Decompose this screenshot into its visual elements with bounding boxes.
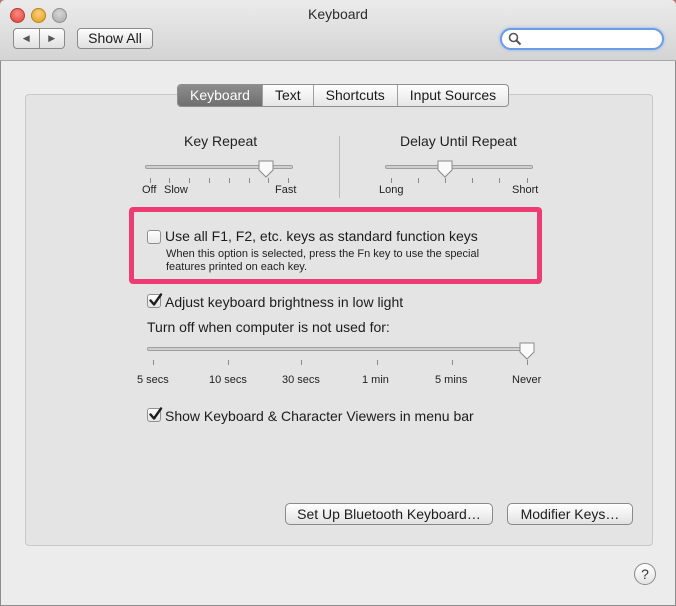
delay-tick (472, 178, 473, 183)
turn-off-tick-label: 10 secs (209, 374, 247, 386)
turn-off-tick (228, 360, 229, 365)
key-repeat-tick (169, 178, 170, 183)
key-repeat-tick (189, 178, 190, 183)
turn-off-tick (153, 360, 154, 365)
back-forward-group: ◀ ▶ (13, 28, 65, 49)
delay-tick (391, 178, 392, 183)
brightness-label[interactable]: Adjust keyboard brightness in low light (165, 294, 403, 310)
function-keys-description-line2: features printed on each key. (166, 261, 308, 273)
checkmark-icon (149, 293, 163, 306)
delay-until-repeat-slider-thumb[interactable] (437, 160, 453, 178)
delay-tick (418, 178, 419, 183)
turn-off-tick-label: 5 mins (435, 374, 468, 386)
function-keys-label[interactable]: Use all F1, F2, etc. keys as standard fu… (165, 228, 478, 244)
turn-off-tick-label: Never (512, 374, 542, 386)
modifier-keys-button[interactable]: Modifier Keys… (507, 503, 633, 525)
function-keys-checkbox[interactable] (147, 230, 161, 244)
forward-button[interactable]: ▶ (39, 28, 65, 49)
key-repeat-tick (268, 178, 269, 183)
search-field[interactable] (500, 28, 664, 50)
tab-keyboard[interactable]: Keyboard (178, 85, 262, 106)
delay-short-label: Short (512, 184, 539, 196)
viewers-checkbox[interactable] (147, 407, 163, 422)
set-up-bluetooth-keyboard-button[interactable]: Set Up Bluetooth Keyboard… (285, 503, 493, 525)
key-repeat-tick (229, 178, 230, 183)
function-keys-description-line1: When this option is selected, press the … (166, 248, 480, 260)
checkmark-icon (149, 407, 163, 420)
back-button[interactable]: ◀ (13, 28, 40, 49)
slider-divider (339, 136, 340, 198)
turn-off-slider-thumb[interactable] (519, 342, 535, 360)
tab-shortcuts[interactable]: Shortcuts (312, 85, 397, 106)
key-repeat-off-label: Off (142, 184, 157, 196)
delay-until-repeat-title: Delay Until Repeat (400, 133, 517, 149)
search-icon (508, 32, 522, 46)
tab-input-sources[interactable]: Input Sources (396, 85, 508, 106)
key-repeat-tick (249, 178, 250, 183)
turn-off-tick-label: 30 secs (282, 374, 320, 386)
turn-off-tick-label: 1 min (362, 374, 389, 386)
key-repeat-fast-label: Fast (275, 184, 297, 196)
key-repeat-tick (288, 178, 289, 183)
tab-text[interactable]: Text (261, 85, 313, 106)
turn-off-tick (452, 360, 453, 365)
turn-off-slider-track[interactable] (147, 347, 531, 351)
delay-until-repeat-slider-track[interactable] (385, 165, 533, 169)
viewers-label[interactable]: Show Keyboard & Character Viewers in men… (165, 408, 474, 424)
brightness-checkbox[interactable] (147, 293, 163, 308)
key-repeat-title: Key Repeat (184, 133, 258, 149)
help-button[interactable]: ? (634, 563, 656, 585)
keyboard-preferences-window: Keyboard ◀ ▶ Show All Keyboard Text Shor… (0, 0, 676, 606)
key-repeat-tick (209, 178, 210, 183)
turn-off-tick (527, 360, 528, 365)
turn-off-tick (377, 360, 378, 365)
key-repeat-slow-label: Slow (164, 184, 188, 196)
key-repeat-slider-thumb[interactable] (258, 160, 274, 178)
delay-long-label: Long (379, 184, 404, 196)
key-repeat-tick (150, 178, 151, 183)
tab-bar: Keyboard Text Shortcuts Input Sources (177, 84, 510, 107)
delay-tick (445, 178, 446, 183)
show-all-button[interactable]: Show All (77, 28, 153, 49)
delay-tick (527, 178, 528, 183)
title-bar: Keyboard ◀ ▶ Show All (0, 0, 676, 61)
window-title: Keyboard (308, 6, 368, 22)
turn-off-tick-label: 5 secs (137, 374, 169, 386)
turn-off-tick (301, 360, 302, 365)
turn-off-label: Turn off when computer is not used for: (147, 319, 390, 335)
delay-tick (499, 178, 500, 183)
